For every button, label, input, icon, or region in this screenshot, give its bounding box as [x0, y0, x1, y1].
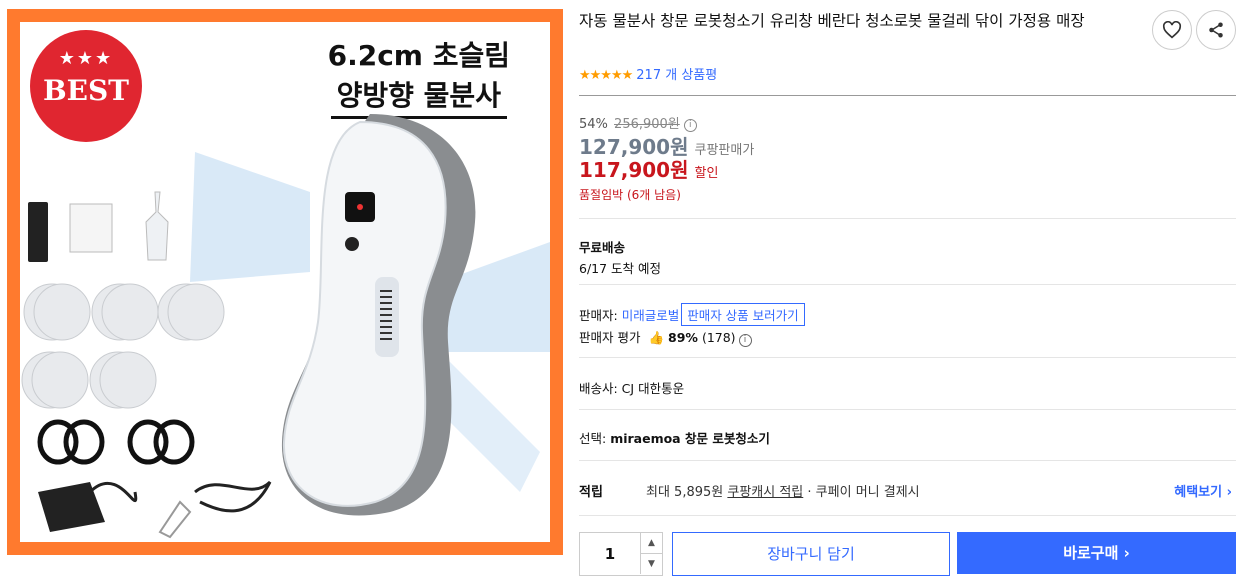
divider [579, 218, 1236, 219]
heart-icon [1162, 21, 1182, 39]
chevron-down-icon[interactable]: ▼ [640, 554, 662, 574]
stock-warning: 품절임박 (6개 남음) [579, 188, 681, 202]
arrival-date: 6/17 도착 예정 [579, 261, 662, 276]
seller-prefix: 판매자: [579, 308, 622, 323]
seller-score-count: (178) [701, 330, 736, 345]
quantity-input[interactable]: 1 [580, 533, 640, 575]
benefit-label: 혜택보기 [1174, 485, 1223, 500]
sale-price: 117,900원 [579, 158, 689, 182]
discount-row: 54% 256,900원 i [579, 113, 697, 132]
divider [579, 460, 1236, 461]
earn-label: 적립 [579, 485, 603, 500]
chevron-right-icon: › [1226, 485, 1232, 500]
free-shipping-label: 무료배송 [579, 240, 626, 255]
product-title: 자동 물분사 창문 로봇청소기 유리창 베란다 청소로봇 물걸레 닦이 가정용 … [579, 12, 1085, 30]
product-illustration [21, 114, 550, 539]
original-price: 256,900원 [614, 117, 680, 132]
carrier-info: 배송사: CJ 대한통운 [579, 381, 685, 396]
sale-price-row: 117,900원 할인 [579, 154, 718, 183]
buy-now-button[interactable]: 바로구매 › [957, 532, 1236, 574]
seller-products-button[interactable]: 판매자 상품 보러가기 [681, 303, 805, 326]
seller-score-percent: 89% [668, 330, 698, 345]
review-count-link[interactable]: 217 개 상품평 [636, 68, 717, 83]
divider [579, 515, 1236, 516]
quantity-stepper[interactable]: 1 ▲ ▼ [579, 532, 663, 576]
add-to-cart-button[interactable]: 장바구니 담기 [672, 532, 950, 576]
seller-score-label: 판매자 평가 [579, 330, 641, 345]
share-button[interactable] [1196, 10, 1236, 50]
thumbs-up-icon: 👍 [648, 330, 665, 345]
earn-condition: · 쿠페이 머니 결제시 [803, 485, 920, 500]
chevron-up-icon[interactable]: ▲ [640, 533, 662, 554]
benefit-link[interactable]: 혜택보기 › [1174, 481, 1232, 500]
selected-option: 선택: miraemoa 창문 로봇청소기 [579, 428, 770, 447]
divider [579, 95, 1236, 96]
wishlist-button[interactable] [1152, 10, 1192, 50]
rating-row[interactable]: ★★★★★ 217 개 상품평 [579, 64, 717, 83]
star-rating-icon: ★★★★★ [579, 68, 633, 83]
divider [579, 409, 1236, 410]
coupang-cash-link[interactable]: 쿠팡캐시 적립 [727, 485, 803, 500]
discount-rate: 54% [579, 117, 608, 132]
sale-price-label: 할인 [694, 166, 719, 181]
info-icon[interactable]: i [738, 334, 752, 347]
product-image-frame: ★★★ BEST 6.2cm 초슬림 양방향 물분사 [7, 9, 563, 555]
divider [579, 357, 1236, 358]
option-prefix: 선택: [579, 431, 611, 446]
earn-amount: 최대 5,895원 [646, 485, 728, 500]
seller-name-link[interactable]: 미래글로벌 [622, 308, 680, 323]
product-image[interactable]: ★★★ BEST 6.2cm 초슬림 양방향 물분사 [20, 22, 550, 542]
buy-now-label: 바로구매 [1063, 544, 1119, 562]
divider [579, 284, 1236, 285]
seller-score-row: 판매자 평가 👍 89% (178) i [579, 327, 752, 347]
share-icon [1209, 22, 1223, 38]
seller-row: 판매자: 미래글로벌 판매자 상품 보러가기 [579, 303, 805, 326]
option-value: miraemoa 창문 로봇청소기 [610, 431, 770, 446]
chevron-right-icon: › [1123, 544, 1130, 562]
earn-text: 최대 5,895원 쿠팡캐시 적립 · 쿠페이 머니 결제시 [646, 481, 920, 500]
